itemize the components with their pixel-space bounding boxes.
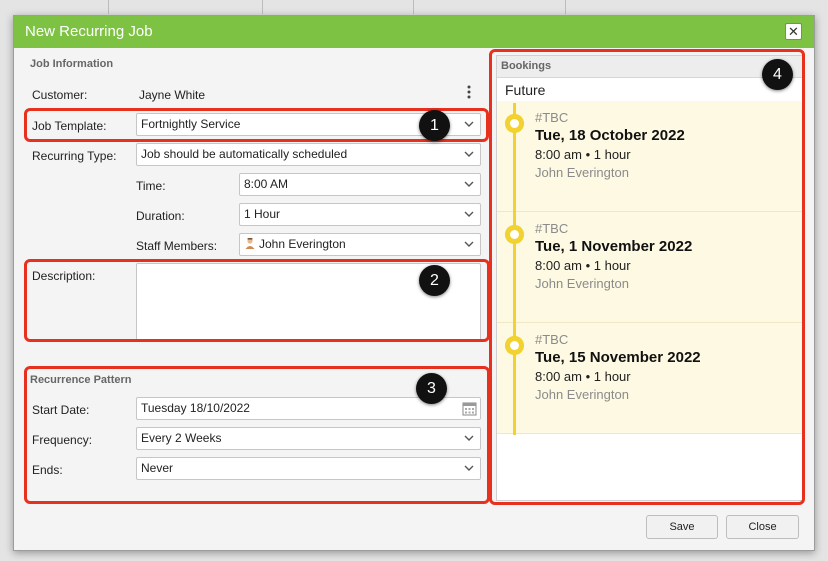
background-gridline xyxy=(108,0,109,14)
duration-label: Duration: xyxy=(136,209,185,223)
background-gridline xyxy=(565,0,566,14)
job-template-value: Fortnightly Service xyxy=(141,117,241,131)
ends-value: Never xyxy=(141,461,174,475)
frequency-select[interactable]: Every 2 Weeks xyxy=(136,427,481,450)
callout-badge-4: 4 xyxy=(762,59,793,90)
callout-badge-3: 3 xyxy=(416,373,447,404)
booking-time: 8:00 am • 1 hour xyxy=(535,369,631,384)
booking-tag: #TBC xyxy=(535,332,569,347)
frequency-value: Every 2 Weeks xyxy=(141,431,222,445)
booking-tag: #TBC xyxy=(535,221,569,236)
kebab-menu-icon[interactable] xyxy=(467,85,471,101)
duration-value: 1 Hour xyxy=(244,207,281,221)
staff-members-label: Staff Members: xyxy=(136,239,218,253)
booking-date: Tue, 18 October 2022 xyxy=(535,127,685,144)
chevron-down-icon xyxy=(464,428,474,442)
recurring-job-dialog: New Recurring Job ✕ Job Information Cust… xyxy=(13,15,815,551)
duration-select[interactable]: 1 Hour xyxy=(239,203,481,226)
time-label: Time: xyxy=(136,179,166,193)
time-select[interactable]: 8:00 AM xyxy=(239,173,481,196)
timeline-dot-icon xyxy=(505,114,524,133)
booking-item[interactable]: #TBC Tue, 15 November 2022 8:00 am • 1 h… xyxy=(497,323,803,434)
bookings-panel: Bookings Future #TBC Tue, 18 October 202… xyxy=(496,55,804,501)
booking-staff: John Everington xyxy=(535,165,629,180)
booking-staff: John Everington xyxy=(535,276,629,291)
ends-select[interactable]: Never xyxy=(136,457,481,480)
background-gridline xyxy=(413,0,414,14)
timeline-line xyxy=(513,103,516,435)
chevron-down-icon xyxy=(464,114,474,128)
person-icon xyxy=(245,238,255,249)
save-button[interactable]: Save xyxy=(646,515,718,539)
booking-time: 8:00 am • 1 hour xyxy=(535,147,631,162)
time-value: 8:00 AM xyxy=(244,177,289,191)
timeline-dot-icon xyxy=(505,336,524,355)
customer-value: Jayne White xyxy=(139,88,206,102)
calendar-icon[interactable] xyxy=(462,401,477,423)
booking-item[interactable]: #TBC Tue, 1 November 2022 8:00 am • 1 ho… xyxy=(497,212,803,323)
dialog-titlebar: New Recurring Job ✕ xyxy=(14,16,814,48)
chevron-down-icon xyxy=(464,204,474,218)
staff-members-value: John Everington xyxy=(259,237,346,251)
callout-badge-1: 1 xyxy=(419,110,450,141)
bookings-heading: Bookings xyxy=(497,56,803,78)
booking-item[interactable]: #TBC Tue, 18 October 2022 8:00 am • 1 ho… xyxy=(497,101,803,212)
timeline-dot-icon xyxy=(505,225,524,244)
close-button[interactable]: Close xyxy=(726,515,799,539)
job-information-heading: Job Information xyxy=(30,58,114,70)
recurring-type-value: Job should be automatically scheduled xyxy=(141,147,348,161)
booking-date: Tue, 15 November 2022 xyxy=(535,349,701,366)
booking-date: Tue, 1 November 2022 xyxy=(535,238,693,255)
description-label: Description: xyxy=(32,269,96,283)
dialog-title: New Recurring Job xyxy=(25,23,153,40)
ends-label: Ends: xyxy=(32,463,63,477)
staff-members-select[interactable]: John Everington xyxy=(239,233,481,256)
chevron-down-icon xyxy=(464,458,474,472)
customer-label: Customer: xyxy=(32,88,88,102)
recurring-type-label: Recurring Type: xyxy=(32,149,117,163)
chevron-down-icon xyxy=(464,144,474,158)
booking-staff: John Everington xyxy=(535,387,629,402)
chevron-down-icon xyxy=(464,234,474,248)
recurrence-pattern-heading: Recurrence Pattern xyxy=(30,374,132,386)
future-group-label: Future xyxy=(505,82,546,98)
frequency-label: Frequency: xyxy=(32,433,93,447)
background-gridline xyxy=(262,0,263,14)
start-date-value: Tuesday 18/10/2022 xyxy=(141,401,250,415)
booking-time: 8:00 am • 1 hour xyxy=(535,258,631,273)
start-date-label: Start Date: xyxy=(32,403,90,417)
callout-badge-2: 2 xyxy=(419,265,450,296)
job-template-label: Job Template: xyxy=(32,119,107,133)
chevron-down-icon xyxy=(464,174,474,188)
recurring-type-select[interactable]: Job should be automatically scheduled xyxy=(136,143,481,166)
close-icon[interactable]: ✕ xyxy=(785,23,802,40)
booking-tag: #TBC xyxy=(535,110,569,125)
